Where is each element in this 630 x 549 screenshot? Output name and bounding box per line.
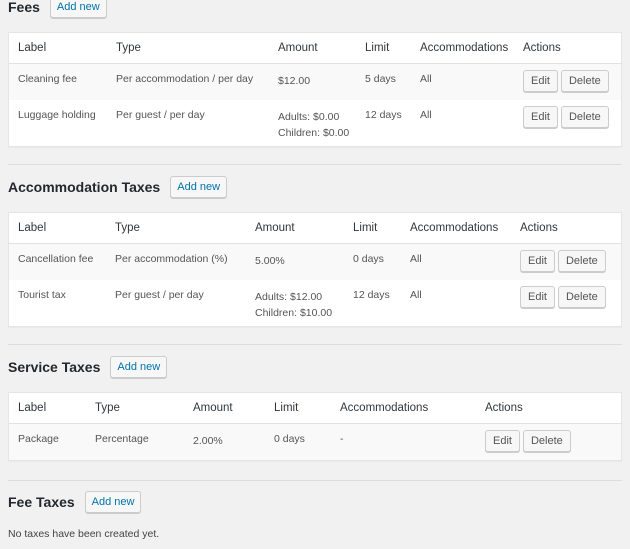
col-type: Type	[86, 393, 184, 424]
delete-button[interactable]: Delete	[557, 250, 606, 272]
col-actions: Actions	[511, 213, 621, 244]
edit-button[interactable]: Edit	[520, 250, 555, 272]
fees-table-panel: Label Type Amount Limit Accommodations A…	[8, 32, 622, 147]
row-actions: Edit Delete	[476, 423, 621, 460]
row-accommodations: -	[331, 423, 476, 460]
table-row: Tourist tax Per guest / per day Adults: …	[9, 280, 621, 326]
col-limit: Limit	[265, 393, 331, 424]
row-accommodations: All	[411, 63, 514, 100]
row-amount: Adults: $12.00 Children: $10.00	[255, 290, 333, 319]
delete-button[interactable]: Delete	[560, 105, 609, 128]
row-accommodations: All	[410, 288, 422, 301]
row-actions: Edit Delete	[511, 280, 621, 326]
row-amount: 5.00%	[246, 243, 344, 280]
row-type: Percentage	[86, 423, 184, 460]
section-divider	[8, 480, 622, 481]
service-taxes-table-panel: Label Type Amount Limit Accommodations A…	[8, 392, 622, 461]
row-actions: Edit Delete	[511, 243, 621, 280]
edit-button[interactable]: Edit	[523, 105, 558, 128]
table-row: Cancellation fee Per accommodation (%) 5…	[9, 243, 621, 280]
accommodation-taxes-table: Label Type Amount Limit Accommodations A…	[9, 213, 621, 326]
col-accommodations: Accommodations	[331, 393, 476, 424]
accommodation-taxes-table-panel: Label Type Amount Limit Accommodations A…	[8, 212, 622, 327]
table-header-row: Label Type Amount Limit Accommodations A…	[9, 393, 621, 424]
fees-table: Label Type Amount Limit Accommodations A…	[9, 33, 621, 146]
row-type: Per accommodation (%)	[106, 243, 246, 280]
fee-taxes-header: Fee Taxes Add new	[8, 491, 142, 513]
accommodation-taxes-title: Accommodation Taxes	[8, 179, 161, 195]
row-limit: 0 days	[265, 423, 331, 460]
row-limit: 12 days	[353, 288, 390, 301]
delete-button[interactable]: Delete	[522, 430, 571, 452]
row-actions: Edit Delete	[514, 100, 621, 146]
table-header-row: Label Type Amount Limit Accommodations A…	[9, 213, 621, 244]
section-divider	[8, 164, 622, 165]
service-taxes-header: Service Taxes Add new	[8, 356, 168, 378]
service-taxes-table: Label Type Amount Limit Accommodations A…	[9, 393, 621, 460]
col-label: Label	[9, 213, 106, 244]
col-accommodations: Accommodations	[401, 213, 511, 244]
table-row: Luggage holding Per guest / per day Adul…	[9, 100, 621, 146]
row-type: Per accommodation / per day	[107, 63, 269, 100]
row-actions: Edit Delete	[514, 63, 621, 100]
row-label: Tourist tax	[18, 288, 66, 301]
section-divider	[8, 344, 622, 345]
col-type: Type	[107, 33, 269, 64]
edit-button[interactable]: Edit	[523, 70, 558, 92]
accommodation-taxes-add-new-button[interactable]: Add new	[170, 176, 228, 198]
fee-taxes-empty-message: No taxes have been created yet.	[8, 528, 160, 540]
col-label: Label	[9, 393, 86, 424]
row-label: Cleaning fee	[9, 63, 107, 100]
col-type: Type	[106, 213, 246, 244]
col-amount: Amount	[269, 33, 356, 64]
col-amount: Amount	[184, 393, 265, 424]
fee-taxes-add-new-button[interactable]: Add new	[84, 491, 142, 513]
service-taxes-add-new-button[interactable]: Add new	[110, 356, 168, 378]
col-label: Label	[9, 33, 107, 64]
edit-button[interactable]: Edit	[485, 430, 520, 452]
row-amount: 2.00%	[184, 423, 265, 460]
col-amount: Amount	[246, 213, 344, 244]
row-type: Per guest / per day	[116, 108, 205, 121]
delete-button[interactable]: Delete	[560, 70, 609, 92]
row-accommodations: All	[401, 243, 511, 280]
table-row: Cleaning fee Per accommodation / per day…	[9, 63, 621, 100]
col-actions: Actions	[514, 33, 621, 64]
row-type: Per guest / per day	[115, 288, 204, 301]
row-limit: 12 days	[365, 108, 402, 121]
accommodation-taxes-header: Accommodation Taxes Add new	[8, 176, 228, 198]
row-limit: 0 days	[344, 243, 401, 280]
row-amount: Adults: $0.00 Children: $0.00	[278, 110, 350, 139]
row-label: Luggage holding	[18, 108, 96, 121]
delete-button[interactable]: Delete	[557, 285, 606, 308]
col-accommodations: Accommodations	[411, 33, 514, 64]
table-header-row: Label Type Amount Limit Accommodations A…	[9, 33, 621, 64]
row-label: Cancellation fee	[9, 243, 106, 280]
row-limit: 5 days	[356, 63, 411, 100]
fee-taxes-title: Fee Taxes	[8, 494, 75, 510]
row-label: Package	[9, 423, 86, 460]
col-limit: Limit	[356, 33, 411, 64]
fees-header: Fees Add new	[8, 0, 107, 18]
table-row: Package Percentage 2.00% 0 days - Edit De…	[9, 423, 621, 460]
col-actions: Actions	[476, 393, 621, 424]
col-limit: Limit	[344, 213, 401, 244]
fees-title: Fees	[8, 0, 40, 15]
fees-add-new-button[interactable]: Add new	[49, 0, 107, 18]
edit-button[interactable]: Edit	[520, 285, 555, 308]
row-amount: $12.00	[269, 63, 356, 100]
row-accommodations: All	[420, 108, 432, 121]
service-taxes-title: Service Taxes	[8, 359, 101, 375]
